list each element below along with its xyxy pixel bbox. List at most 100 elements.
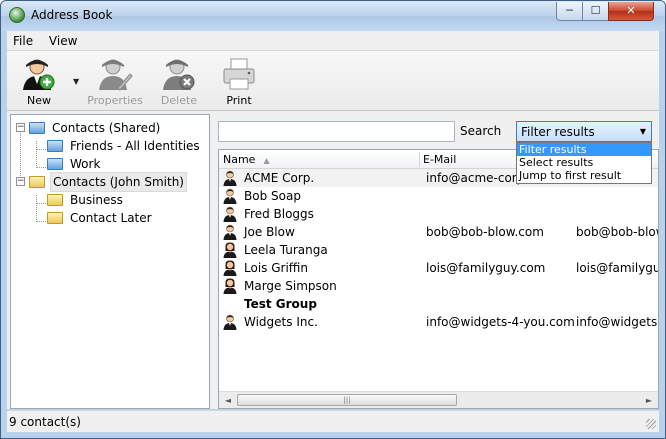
- print-button[interactable]: Print: [209, 57, 269, 107]
- contact-count: 9 contact(s): [9, 415, 81, 429]
- table-row[interactable]: Joe Blow bob@bob-blow.com bob@bob-blow: [219, 223, 658, 241]
- table-row[interactable]: Marge Simpson: [219, 277, 658, 295]
- folder-icon: [29, 176, 45, 188]
- tree-item-work[interactable]: Work: [47, 154, 102, 172]
- printer-icon: [223, 58, 255, 90]
- contacts-table: Name ▲ E-Mail ACME Corp. info@acme-corp. …: [218, 149, 659, 409]
- contact-email-extra: info@widgets-4: [576, 315, 658, 329]
- column-header-name-label: Name: [223, 153, 256, 166]
- tree-item-label: Contacts (John Smith): [50, 172, 187, 192]
- filter-option-filter-results[interactable]: Filter results: [517, 143, 651, 156]
- contact-name: Fred Bloggs: [244, 207, 314, 221]
- tree-guide-line: [36, 149, 46, 150]
- status-bar: 9 contact(s): [7, 410, 659, 432]
- scroll-right-icon[interactable]: ►: [641, 393, 657, 408]
- contact-name: Joe Blow: [244, 225, 295, 239]
- title-bar[interactable]: Address Book ─ ☐ ✕: [1, 1, 665, 31]
- resize-grip-icon[interactable]: [646, 419, 656, 429]
- column-separator[interactable]: [419, 152, 420, 167]
- menu-view[interactable]: View: [43, 31, 83, 51]
- contact-email: info@acme-corp.: [426, 171, 529, 185]
- scrollbar-thumb[interactable]: |||: [237, 394, 457, 406]
- filter-mode-value: Filter results: [521, 125, 595, 139]
- filter-option-select-results[interactable]: Select results: [517, 156, 651, 169]
- contact-email-extra: bob@bob-blow: [576, 225, 659, 239]
- table-row[interactable]: Lois Griffin lois@familyguy.com lois@fam…: [219, 259, 658, 277]
- tree-guide-line: [36, 167, 46, 168]
- properties-icon: [99, 59, 133, 91]
- address-book-app-icon: [9, 7, 25, 23]
- new-label: New: [27, 94, 51, 107]
- address-book-window: Address Book ─ ☐ ✕ File View New ▼ Prope…: [0, 0, 666, 439]
- menu-file[interactable]: File: [7, 31, 39, 51]
- chevron-down-icon: ▼: [639, 127, 646, 136]
- folder-icon: [29, 121, 45, 134]
- female-person-icon: [223, 260, 237, 276]
- window-title: Address Book: [31, 8, 113, 22]
- table-row[interactable]: Fred Bloggs: [219, 205, 658, 223]
- female-person-icon: [223, 278, 237, 294]
- tree-collapse-toggle[interactable]: −: [16, 123, 25, 132]
- contact-name: Bob Soap: [244, 189, 301, 203]
- tree-guide-line: [36, 141, 37, 166]
- contact-name: Lois Griffin: [244, 261, 308, 275]
- contact-group-name: Test Group: [244, 297, 317, 311]
- close-button[interactable]: ✕: [608, 2, 654, 21]
- delete-label: Delete: [160, 94, 198, 107]
- person-icon: [223, 206, 237, 222]
- new-contact-icon: [23, 59, 55, 90]
- tree-item-label: Contacts (Shared): [52, 120, 161, 135]
- tree-guide-line: [36, 203, 46, 204]
- properties-label: Properties: [87, 94, 143, 107]
- search-label: Search: [460, 124, 502, 138]
- filter-mode-dropdown: Filter results Select results Jump to fi…: [516, 142, 652, 184]
- new-button[interactable]: New: [9, 57, 69, 107]
- minimize-button[interactable]: ─: [556, 2, 583, 21]
- contact-name: Marge Simpson: [244, 279, 337, 293]
- person-icon: [223, 170, 237, 186]
- folder-icon: [47, 139, 63, 152]
- contact-name: ACME Corp.: [244, 171, 315, 185]
- delete-contact-icon: [163, 59, 195, 90]
- folder-icon: [47, 157, 63, 170]
- filter-mode-select[interactable]: Filter results ▼: [516, 121, 652, 142]
- contact-name: Leela Turanga: [244, 243, 328, 257]
- delete-button[interactable]: Delete: [149, 57, 209, 107]
- column-header-name[interactable]: Name ▲: [223, 153, 270, 166]
- main-content: − Contacts (Shared) Friends - All Identi…: [7, 111, 659, 409]
- tree-item-label: Friends - All Identities: [70, 138, 200, 153]
- maximize-button[interactable]: ☐: [582, 2, 609, 21]
- folder-icon: [47, 193, 63, 206]
- search-input[interactable]: [218, 121, 455, 142]
- table-row[interactable]: Test Group: [219, 295, 658, 313]
- folder-tree[interactable]: − Contacts (Shared) Friends - All Identi…: [10, 114, 210, 409]
- table-row[interactable]: Widgets Inc. info@widgets-4-you.com info…: [219, 313, 658, 331]
- tree-item-contacts-john-smith[interactable]: Contacts (John Smith): [29, 172, 187, 192]
- tree-guide-line: [36, 221, 46, 222]
- new-dropdown-arrow-icon[interactable]: ▼: [73, 77, 83, 87]
- female-person-icon: [223, 242, 237, 258]
- scroll-left-icon[interactable]: ◄: [220, 393, 236, 408]
- person-icon: [223, 314, 237, 330]
- tree-item-business[interactable]: Business: [47, 190, 125, 208]
- contact-email: info@widgets-4-you.com: [426, 315, 575, 329]
- properties-button[interactable]: Properties: [85, 57, 145, 107]
- tree-item-label: Contact Later: [70, 210, 152, 225]
- tree-item-label: Work: [70, 156, 101, 171]
- contact-email: bob@bob-blow.com: [426, 225, 544, 239]
- print-label: Print: [226, 94, 252, 107]
- tree-item-contacts-shared[interactable]: Contacts (Shared): [29, 118, 162, 136]
- table-row[interactable]: Bob Soap: [219, 187, 658, 205]
- tree-item-contact-later[interactable]: Contact Later: [47, 208, 154, 226]
- contacts-pane: Search Filter results ▼ Filter results S…: [215, 111, 659, 409]
- tree-collapse-toggle[interactable]: −: [16, 177, 25, 186]
- tree-guide-line: [36, 195, 37, 220]
- toolbar: New ▼ Properties Delete Print: [7, 51, 659, 111]
- table-row[interactable]: Leela Turanga: [219, 241, 658, 259]
- folder-icon: [47, 211, 63, 224]
- tree-item-friends[interactable]: Friends - All Identities: [47, 136, 202, 154]
- column-header-email[interactable]: E-Mail: [423, 153, 456, 166]
- contact-email-extra: lois@familyguy.: [576, 261, 658, 275]
- horizontal-scrollbar[interactable]: ◄ ||| ►: [219, 391, 658, 408]
- filter-option-jump-to-first[interactable]: Jump to first result: [517, 169, 651, 182]
